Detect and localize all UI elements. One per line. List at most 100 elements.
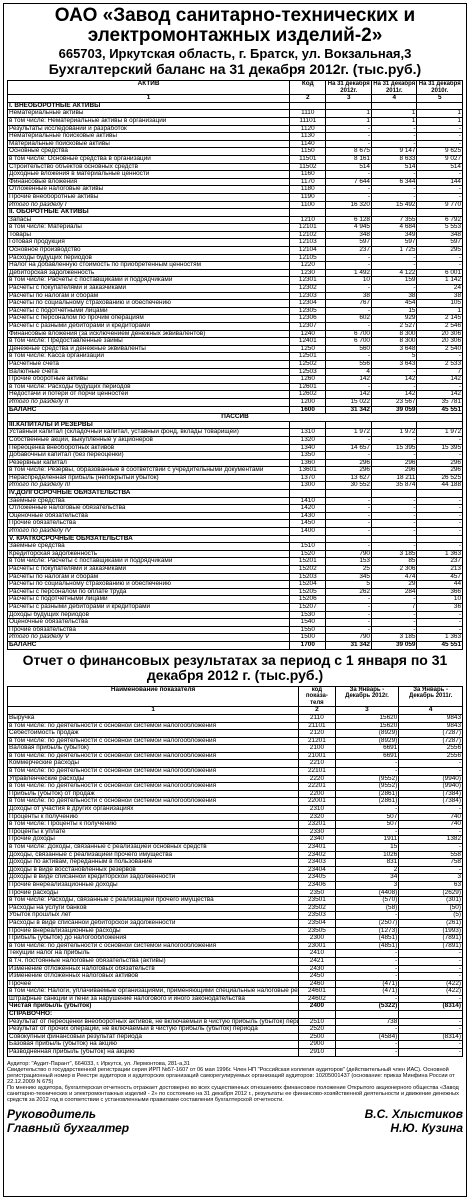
balance-row-value-1: -: [325, 192, 372, 202]
balance-row-value-3: 20 306: [416, 337, 463, 346]
report-row-value-1: (5322): [334, 1002, 400, 1012]
report-row-value-1: 507: [334, 812, 400, 822]
report-row-label: в том числе: по деятельности с основной …: [6, 721, 300, 731]
balance-row-value-2: 15 492: [370, 200, 418, 210]
balance-row-value-3: -: [416, 527, 463, 536]
balance-row-value-3: 2 533: [416, 359, 463, 369]
report-row: Прибыль (убыток) от продаж 2200 (2861) (738…: [6, 789, 463, 799]
report-row-value-1: -: [334, 827, 400, 837]
report-row-value-1: [334, 1010, 400, 1019]
balance-row-value-1: 1 972: [325, 428, 372, 437]
balance-row-value-1: 790: [325, 549, 372, 559]
balance-row-value-2: -: [370, 504, 418, 513]
report-row-value-1: (8929): [334, 729, 400, 738]
report-row: Расходы на услуги банков 23502 (58) (50): [6, 903, 463, 913]
balance-row-value-2: 15 395: [370, 443, 418, 453]
balance-row-value-3: 44: [416, 580, 463, 589]
balance-row-value-3: 15 395: [416, 443, 463, 453]
report-row: Управленческие расходы 2220 (9552) (9940): [6, 774, 463, 784]
report-row-label: Коммерческие расходы: [6, 759, 300, 769]
report-row: Прочие доходы 2340 1911 1382: [6, 835, 463, 844]
report-row-value-1: 34: [334, 873, 400, 882]
report-row-code: 23401: [298, 843, 336, 852]
report-row-label: Прочие внереализационные расходы: [6, 926, 300, 936]
balance-row-value-2: 39 059: [370, 405, 418, 415]
balance-row-code: 12307: [289, 322, 327, 331]
balance-row-value-3: -: [416, 451, 463, 460]
balance-row-code: 1200: [289, 397, 327, 407]
report-row-label: Результат от переоценки внеоборотных акт…: [6, 1017, 300, 1027]
balance-row: Расчеты с персоналом по прочим операциям…: [6, 314, 463, 323]
balance-row-value-3: 144: [416, 177, 463, 187]
balance-row-value-1: 15 022: [325, 397, 372, 407]
balance-row: Прочие оборотные активы 1260 142 142 142: [6, 375, 463, 384]
report-row-value-2: -: [398, 949, 463, 958]
balance-row-label: IV.ДОЛГОСРОЧНЫЕ ОБЯЗАТЕЛЬСТВА: [6, 489, 291, 498]
balance-row: Расчеты по налогам и сборам 12303 38 38 38: [6, 291, 463, 301]
balance-row-code: 1150: [289, 147, 327, 156]
balance-colnum-1: 1: [6, 94, 291, 103]
signature-name-director: В.С. Хлыстиков: [364, 1106, 463, 1121]
balance-row: Расчеты с подотчетными лицами 12305-15 1: [6, 306, 463, 316]
balance-row-label: Нематериальные поисковые активы: [6, 132, 291, 141]
balance-row: Резервный капитал 1360 296 296 296: [6, 458, 463, 468]
signatures: Руководитель Главный бухгалтер В.С. Хлыс…: [7, 1107, 463, 1135]
balance-row-value-3: -: [416, 352, 463, 361]
balance-row: I. ВНЕОБОРОТНЫЕ АКТИВЫ: [6, 101, 463, 111]
balance-row-value-2: [370, 101, 418, 111]
report-row-code: 21001: [298, 751, 336, 761]
report-row-value-1: (471): [334, 987, 400, 996]
balance-row-value-1: [325, 101, 372, 111]
balance-row-value-2: 2 306: [370, 565, 418, 574]
balance-row-value-1: -: [325, 618, 372, 627]
balance-row-value-1: -: [325, 602, 372, 612]
balance-row: Расчеты с разными дебиторами и кредитора…: [6, 602, 463, 612]
balance-row-value-1: 30 552: [325, 481, 372, 491]
balance-row-value-3: 142: [416, 375, 463, 384]
balance-row-code: 12401: [289, 337, 327, 346]
balance-colnum-5: 5: [416, 94, 463, 103]
balance-row: Расчеты с персоналом по оплате труда 1520…: [6, 587, 463, 597]
report-row-code: 24601: [298, 987, 336, 996]
balance-row-value-3: -: [416, 610, 463, 620]
report-row-value-2: -: [398, 805, 463, 814]
balance-row: III.КАПИТАЛЫ И РЕЗЕРВЫ: [6, 420, 463, 430]
report-row: Прочие расходы 2350 (4408) (2629): [6, 888, 463, 898]
balance-row-code: 1100: [289, 200, 327, 210]
report-row-value-1: -: [334, 1048, 400, 1057]
report-row-code: 2510: [298, 1017, 336, 1027]
balance-row-label: Отложенные налоговые обязательства: [6, 504, 291, 513]
auditor-line-2: Свидетельство о государственной регистра…: [7, 1066, 455, 1085]
report-row-value-2: 758: [398, 858, 463, 867]
report-row-label: Доходы по активам, переданным в пользова…: [6, 858, 300, 867]
balance-row-label: Итого по разделу V: [6, 633, 291, 642]
report-row-code: 2320: [298, 812, 336, 822]
balance-row: Прочие обязательства 1450- - -: [6, 519, 463, 529]
balance-row: Расходы будущих периодов 12105- - -: [6, 253, 463, 263]
report-row-code: 2450: [298, 972, 336, 981]
report-colnum-3: 3: [334, 706, 400, 715]
balance-row: Оценочные обязательства 1540- - -: [6, 618, 463, 627]
balance-row-value-2: 7 355: [370, 215, 418, 225]
report-row-label: Разводненная прибыль (убыток) на акцию: [6, 1048, 300, 1057]
balance-row-value-1: [325, 534, 372, 544]
report-row-code: 2340: [298, 835, 336, 844]
report-colnum-4: 4: [398, 706, 463, 715]
report-row-value-2: 1382: [398, 835, 463, 844]
balance-row-code: 1230: [289, 268, 327, 278]
balance-row-code: 1130: [289, 132, 327, 141]
balance-row-value-2: 18 211: [370, 473, 418, 483]
report-row: в том числе: по деятельности с основной …: [6, 751, 463, 761]
balance-row-value-3: 9 625: [416, 147, 463, 156]
balance-row-code: 12302: [289, 284, 327, 293]
balance-row-code: 12601: [289, 382, 327, 392]
balance-row: Дебиторская задолженность 1230 1 492 4 122 6…: [6, 268, 463, 278]
report-row-value-1: 6691: [334, 744, 400, 753]
report-row: в том числе: по деятельности с основной …: [6, 782, 463, 791]
report-row-value-2: 9843: [398, 721, 463, 731]
report-row-value-2: 9843: [398, 713, 463, 723]
signature-name-accountant: Н.Ю. Кузина: [390, 1120, 463, 1135]
balance-row-value-3: 1 363: [416, 633, 463, 642]
report-row-code: 23405: [298, 873, 336, 882]
balance-row-code: [289, 420, 327, 430]
